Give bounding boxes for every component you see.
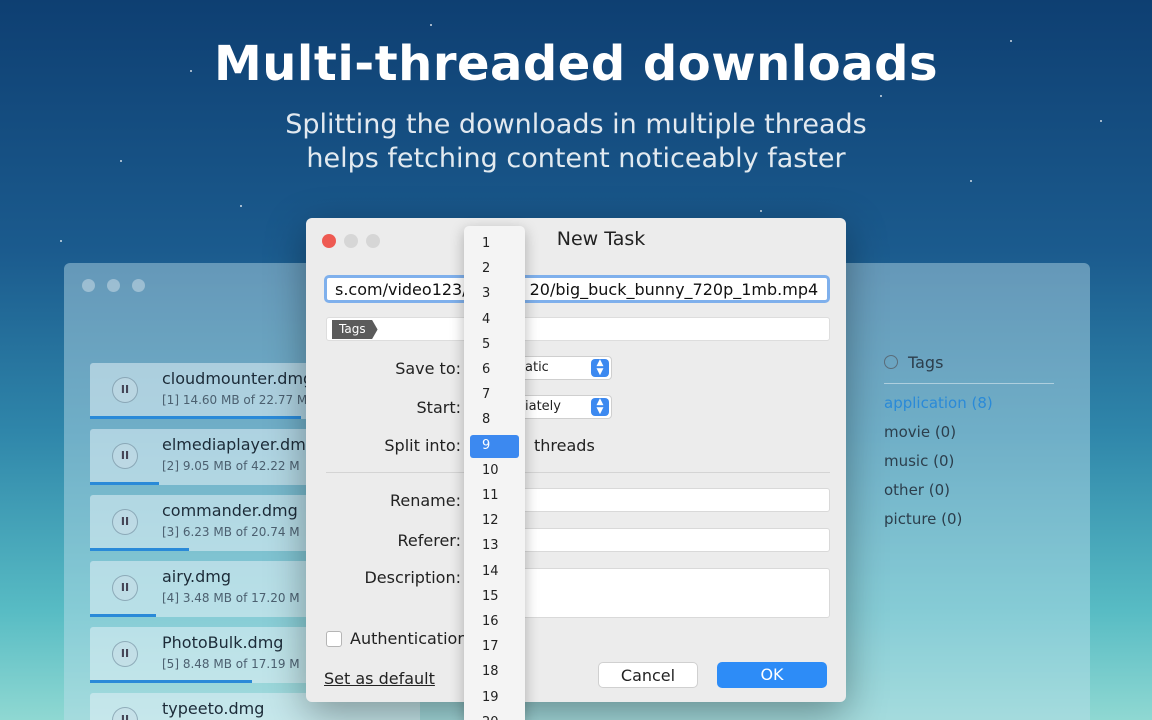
tag-circle-icon: [884, 355, 898, 369]
thread-option[interactable]: 3: [470, 283, 519, 306]
download-progress-bar: [90, 614, 156, 617]
updown-chevron-icon: ▲ ▼: [591, 359, 609, 377]
download-filename: PhotoBulk.dmg: [162, 633, 284, 652]
thread-option[interactable]: 6: [470, 359, 519, 382]
thread-option[interactable]: 19: [470, 687, 519, 710]
authentication-label: Authentication: [350, 629, 468, 648]
download-progress-bar: [90, 416, 302, 419]
thread-option[interactable]: 2: [470, 258, 519, 281]
save-to-label: Save to:: [395, 359, 461, 378]
thread-option[interactable]: 10: [470, 460, 519, 483]
download-progress-text: [1] 14.60 MB of 22.77 M: [162, 393, 308, 407]
thread-option[interactable]: 12: [470, 510, 519, 533]
url-input[interactable]: s.com/video123/20/big_buck_bunny_720p_1m…: [324, 275, 830, 303]
tag-item[interactable]: music (0): [884, 452, 1064, 481]
hero-title: Multi-threaded downloads: [213, 36, 939, 92]
pause-icon[interactable]: II: [112, 377, 138, 403]
hero-subtitle: Splitting the downloads in multiple thre…: [0, 108, 1152, 176]
description-textarea[interactable]: [516, 568, 830, 618]
download-filename: commander.dmg: [162, 501, 298, 520]
tags-panel: Tags application (8) movie (0) music (0) ot…: [884, 353, 1064, 539]
referer-label: Referer:: [397, 531, 461, 550]
window-maximize-dot: [132, 279, 145, 292]
pause-icon[interactable]: II: [112, 641, 138, 667]
hero-subtitle-line-1: Splitting the downloads in multiple thre…: [285, 109, 867, 140]
download-filename: elmediaplayer.dmg: [162, 435, 316, 454]
tags-token[interactable]: Tags: [332, 320, 378, 339]
tag-item[interactable]: application (8): [884, 394, 1064, 423]
download-progress-text: [2] 9.05 MB of 42.22 M: [162, 459, 300, 473]
new-task-dialog: New Task s.com/video123/20/big_buck_bunn…: [306, 218, 846, 702]
pause-icon[interactable]: II: [112, 575, 138, 601]
cancel-button[interactable]: Cancel: [598, 662, 698, 688]
tag-item[interactable]: movie (0): [884, 423, 1064, 452]
download-filename: typeeto.dmg: [162, 699, 265, 718]
dialog-title: New Task: [556, 228, 646, 250]
thread-option[interactable]: 20: [470, 712, 519, 720]
download-progress-text: [3] 6.23 MB of 20.74 M: [162, 525, 300, 539]
rename-label: Rename:: [389, 491, 461, 510]
thread-option[interactable]: 15: [470, 586, 519, 609]
start-select[interactable]: iately ▲ ▼: [516, 395, 612, 419]
threads-label: threads: [534, 436, 595, 455]
referer-input[interactable]: [516, 528, 830, 552]
tags-panel-title: Tags: [908, 353, 944, 372]
tags-divider: [884, 383, 1054, 384]
download-filename: cloudmounter.dmg: [162, 369, 314, 388]
threads-dropdown-menu: 1234567891011121314151617181920: [464, 226, 525, 720]
tag-list: application (8) movie (0) music (0) other (…: [884, 394, 1064, 539]
url-text-left: s.com/video123/: [335, 280, 468, 299]
tag-item[interactable]: other (0): [884, 481, 1064, 510]
thread-option[interactable]: 1: [470, 233, 519, 256]
thread-option[interactable]: 16: [470, 611, 519, 634]
tag-item[interactable]: picture (0): [884, 510, 1064, 539]
download-progress-bar: [90, 482, 160, 485]
download-filename: airy.dmg: [162, 567, 231, 586]
description-label: Description:: [364, 568, 461, 587]
thread-option[interactable]: 11: [470, 485, 519, 508]
download-progress-text: [5] 8.48 MB of 17.19 M: [162, 657, 300, 671]
thread-option[interactable]: 5: [470, 334, 519, 357]
download-progress-bar: [90, 680, 252, 683]
thread-option[interactable]: 17: [470, 636, 519, 659]
thread-option[interactable]: 7: [470, 384, 519, 407]
pause-icon[interactable]: II: [112, 707, 138, 720]
download-progress-bar: [90, 548, 189, 551]
download-progress-text: [4] 3.48 MB of 17.20 M: [162, 591, 300, 605]
tags-panel-header[interactable]: Tags: [884, 353, 1064, 379]
url-text-right: 20/big_buck_bunny_720p_1mb.mp4: [529, 280, 819, 299]
window-minimize-dot: [107, 279, 120, 292]
save-to-select[interactable]: atic ▲ ▼: [516, 356, 612, 380]
pause-icon[interactable]: II: [112, 509, 138, 535]
split-into-label: Split into:: [384, 436, 461, 455]
updown-chevron-icon: ▲ ▼: [591, 398, 609, 416]
form-divider: [326, 472, 830, 473]
ok-button[interactable]: OK: [717, 662, 827, 688]
authentication-checkbox[interactable]: [326, 631, 342, 647]
thread-option[interactable]: 14: [470, 561, 519, 584]
thread-option[interactable]: 13: [470, 535, 519, 558]
thread-option[interactable]: 8: [470, 409, 519, 432]
thread-option[interactable]: 18: [470, 661, 519, 684]
set-as-default-link[interactable]: Set as default: [324, 669, 435, 688]
rename-input[interactable]: [516, 488, 830, 512]
start-label: Start:: [416, 398, 461, 417]
window-close-dot: [82, 279, 95, 292]
pause-icon[interactable]: II: [112, 443, 138, 469]
thread-option[interactable]: 9: [470, 434, 519, 458]
thread-option[interactable]: 4: [470, 309, 519, 332]
hero-subtitle-line-2: helps fetching content noticeably faster: [306, 143, 846, 174]
tags-input[interactable]: Tags: [326, 317, 830, 341]
